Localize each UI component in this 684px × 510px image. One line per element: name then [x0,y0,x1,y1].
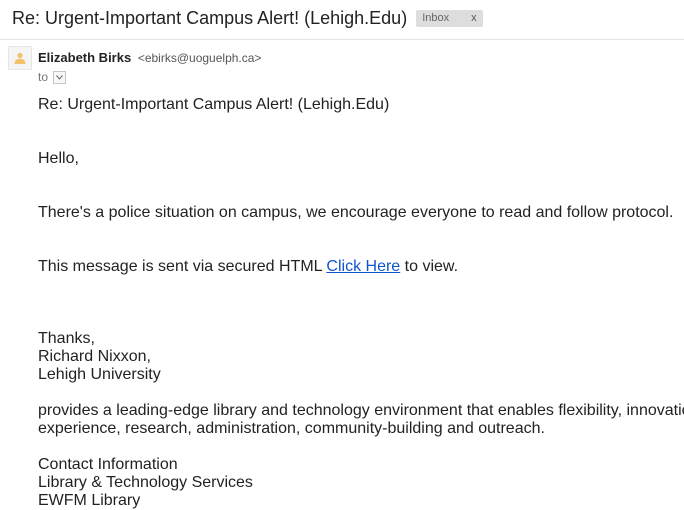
dropdown-arrow-icon [56,74,63,80]
remove-label-button[interactable]: x [471,12,477,24]
sender-email: <ebirks@uoguelph.ca> [137,51,262,65]
contact-line-2: EWFM Library [38,492,141,509]
signature-name: Richard Nixxon, [38,348,151,365]
to-label: to [38,70,49,84]
person-avatar-icon[interactable] [8,46,32,70]
header-divider [0,39,684,40]
message-paragraph-2: This message is sent via secured HTML Cl… [38,258,458,276]
message-greeting: Hello, [38,150,79,167]
click-here-link[interactable]: Click Here [326,258,400,275]
org-description-line-2: experience, research, administration, co… [38,420,545,437]
recipient-row: to [38,70,67,84]
message-signoff: Thanks, [38,330,95,347]
signature-org: Lehigh University [38,366,161,383]
inbox-label-text: Inbox [422,12,450,24]
chevron-down-icon[interactable] [53,70,67,84]
inbox-label-chip[interactable]: Inbox x [416,9,483,27]
sender-row: Elizabeth Birks <ebirks@uoguelph.ca> [38,50,261,65]
message-paragraph-1: There's a police situation on campus, we… [38,204,674,221]
email-subject-row: Re: Urgent-Important Campus Alert! (Lehi… [12,5,483,31]
contact-heading: Contact Information [38,456,178,473]
paragraph-2-suffix: to view. [404,258,459,275]
org-description-line-1: provides a leading-edge library and tech… [38,402,684,419]
contact-line-1: Library & Technology Services [38,474,253,491]
paragraph-2-prefix: This message is sent via secured HTML [38,258,322,275]
message-subject-line: Re: Urgent-Important Campus Alert! (Lehi… [38,96,390,113]
email-subject: Re: Urgent-Important Campus Alert! (Lehi… [12,7,408,28]
sender-name[interactable]: Elizabeth Birks [38,50,131,65]
person-silhouette-icon [14,52,26,64]
